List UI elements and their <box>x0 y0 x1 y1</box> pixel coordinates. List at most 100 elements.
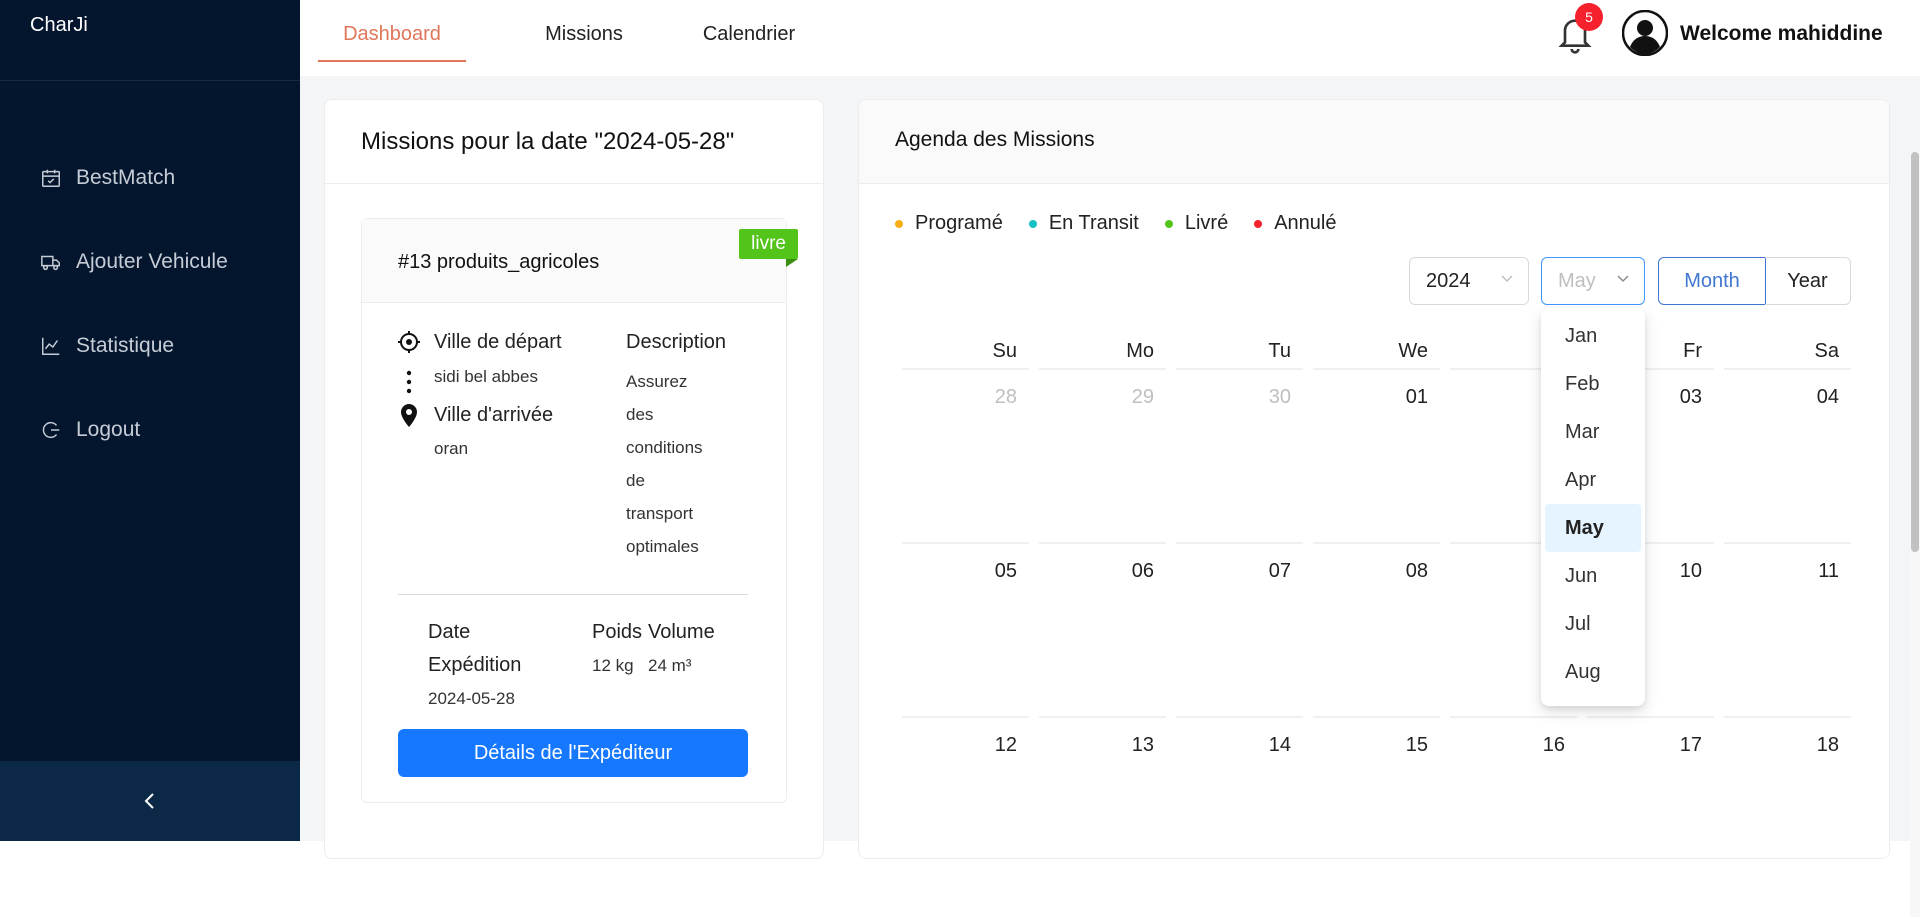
agenda-title: Agenda des Missions <box>859 100 1889 184</box>
tab-dashboard[interactable]: Dashboard <box>318 0 466 62</box>
calendar-day-cell[interactable]: 12 <box>902 716 1029 888</box>
calendar-day-cell[interactable]: 01 <box>1313 368 1440 540</box>
depart-value: sidi bel abbes <box>434 367 538 386</box>
sidebar-item-label: Logout <box>76 418 141 441</box>
scrollbar[interactable] <box>1910 152 1920 917</box>
weekday-header: Su <box>992 340 1017 362</box>
panel-title: Missions pour la date "2024-05-28" <box>361 128 735 155</box>
truck-icon <box>41 255 60 271</box>
calendar-day-cell[interactable]: 15 <box>1313 716 1440 888</box>
weekday-header: Mo <box>1126 340 1154 362</box>
legend-item-en-transit: En Transit <box>1028 212 1139 235</box>
sidebar-nav: BestMatch Ajouter Vehicule Statistique L… <box>0 136 300 472</box>
divider <box>398 594 748 595</box>
calendar-day-cell[interactable]: 07 <box>1176 542 1303 714</box>
poids-value: 12 kg <box>592 656 634 675</box>
calendar-day-cell[interactable]: 29 <box>1039 368 1166 540</box>
chevron-left-icon <box>144 793 154 809</box>
brand-logo[interactable]: CharJi <box>30 14 88 37</box>
line-chart-icon <box>42 337 60 355</box>
sidebar-item-statistique[interactable]: Statistique <box>0 304 300 388</box>
calendar-day-cell[interactable]: 08 <box>1313 542 1440 714</box>
date-value: 2024-05-28 <box>428 689 515 708</box>
month-option[interactable]: Jan <box>1545 312 1641 360</box>
calendar-check-icon <box>42 169 60 187</box>
logout-icon <box>42 421 60 439</box>
divider <box>325 183 823 184</box>
divider <box>0 80 300 81</box>
expediteur-details-button[interactable]: Détails de l'Expéditeur <box>398 729 748 777</box>
date-label-line2: Expédition <box>428 654 522 676</box>
calendar-day-cell[interactable]: 30 <box>1176 368 1303 540</box>
tab-missions[interactable]: Missions <box>522 0 646 62</box>
arrivee-value: oran <box>434 439 469 458</box>
legend-item-programe: Programé <box>895 212 1003 235</box>
sidebar-item-label: Statistique <box>76 334 175 357</box>
month-option[interactable]: May <box>1545 504 1641 552</box>
calendar-day-cell[interactable]: 06 <box>1039 542 1166 714</box>
more-vertical-icon <box>406 370 412 394</box>
calendar-day-cell[interactable]: 05 <box>902 542 1029 714</box>
main-content: Missions pour la date "2024-05-28" #13 p… <box>300 76 1920 917</box>
agenda-panel: Agenda des Missions Programé En Transit … <box>858 99 1890 859</box>
month-option[interactable]: Feb <box>1545 360 1641 408</box>
legend-dot <box>895 219 903 228</box>
month-option[interactable]: Mar <box>1545 408 1641 456</box>
mode-year-button[interactable]: Year <box>1765 257 1851 305</box>
chevron-down-icon <box>1617 275 1629 283</box>
volume-label: Volume <box>648 621 715 643</box>
calendar-day-cell[interactable]: 17 <box>1587 716 1714 888</box>
status-badge: livre <box>739 229 798 267</box>
month-option[interactable]: Aug <box>1545 648 1641 696</box>
poids-label: Poids <box>592 621 643 643</box>
sidebar-item-ajouter-vehicule[interactable]: Ajouter Vehicule <box>0 220 300 304</box>
location-pin-icon <box>401 404 417 427</box>
calendar-day-cell[interactable]: 16 <box>1450 716 1577 888</box>
notification-badge: 5 <box>1575 3 1603 31</box>
month-dropdown: Jan Feb Mar Apr May Jun Jul Aug <box>1541 308 1645 706</box>
calendar-day-cell[interactable]: 04 <box>1724 368 1851 540</box>
arrivee-label: Ville d'arrivée <box>434 404 554 426</box>
month-option[interactable]: Apr <box>1545 456 1641 504</box>
mission-title: #13 produits_agricoles <box>362 219 786 303</box>
year-select[interactable]: 2024 <box>1409 257 1529 305</box>
description-text: Assurez des conditions de transport opti… <box>626 372 703 556</box>
welcome-text: Welcome mahiddine <box>1680 22 1883 45</box>
sidebar-item-label: Ajouter Vehicule <box>76 250 228 273</box>
date-label: Date <box>428 621 471 643</box>
tab-calendrier[interactable]: Calendrier <box>680 0 818 62</box>
calendar-day-cell[interactable]: 18 <box>1724 716 1851 888</box>
volume-value: 24 m³ <box>648 656 692 675</box>
legend-dot <box>1164 219 1173 228</box>
calendar-day-cell[interactable]: 13 <box>1039 716 1166 888</box>
sidebar: CharJi BestMatch Ajouter Vehicule Statis… <box>0 0 300 841</box>
legend-dot <box>1254 219 1263 228</box>
month-select[interactable]: May <box>1541 257 1645 305</box>
sidebar-item-logout[interactable]: Logout <box>0 388 300 472</box>
legend-item-livre: Livré <box>1164 212 1228 235</box>
sidebar-item-label: BestMatch <box>76 166 176 189</box>
weekday-header: Tu <box>1268 340 1291 362</box>
missions-panel: Missions pour la date "2024-05-28" #13 p… <box>324 99 824 859</box>
avatar-icon[interactable] <box>1622 10 1668 56</box>
sidebar-item-bestmatch[interactable]: BestMatch <box>0 136 300 220</box>
month-option[interactable]: Jul <box>1545 600 1641 648</box>
month-option[interactable]: Jun <box>1545 552 1641 600</box>
mission-card: #13 produits_agricoles livre Ville de dé… <box>361 218 798 803</box>
chevron-down-icon <box>1501 275 1513 283</box>
top-navigation: Dashboard Missions Calendrier 5 Welcome … <box>300 0 1920 76</box>
target-icon <box>398 331 420 353</box>
calendar-day-cell[interactable]: 14 <box>1176 716 1303 888</box>
scrollbar-thumb[interactable] <box>1911 152 1919 552</box>
legend-dot <box>1028 219 1037 228</box>
depart-label: Ville de départ <box>434 331 562 353</box>
status-legend: Programé En Transit Livré Annulé <box>895 212 1363 235</box>
mode-month-button[interactable]: Month <box>1658 257 1766 305</box>
sidebar-collapse-button[interactable] <box>0 761 300 841</box>
legend-item-annule: Annulé <box>1254 212 1337 235</box>
calendar-day-cell[interactable]: 28 <box>902 368 1029 540</box>
weekday-header: We <box>1398 340 1428 362</box>
description-label: Description <box>626 331 727 353</box>
weekday-header: Sa <box>1814 340 1839 362</box>
calendar-day-cell[interactable]: 11 <box>1724 542 1851 714</box>
